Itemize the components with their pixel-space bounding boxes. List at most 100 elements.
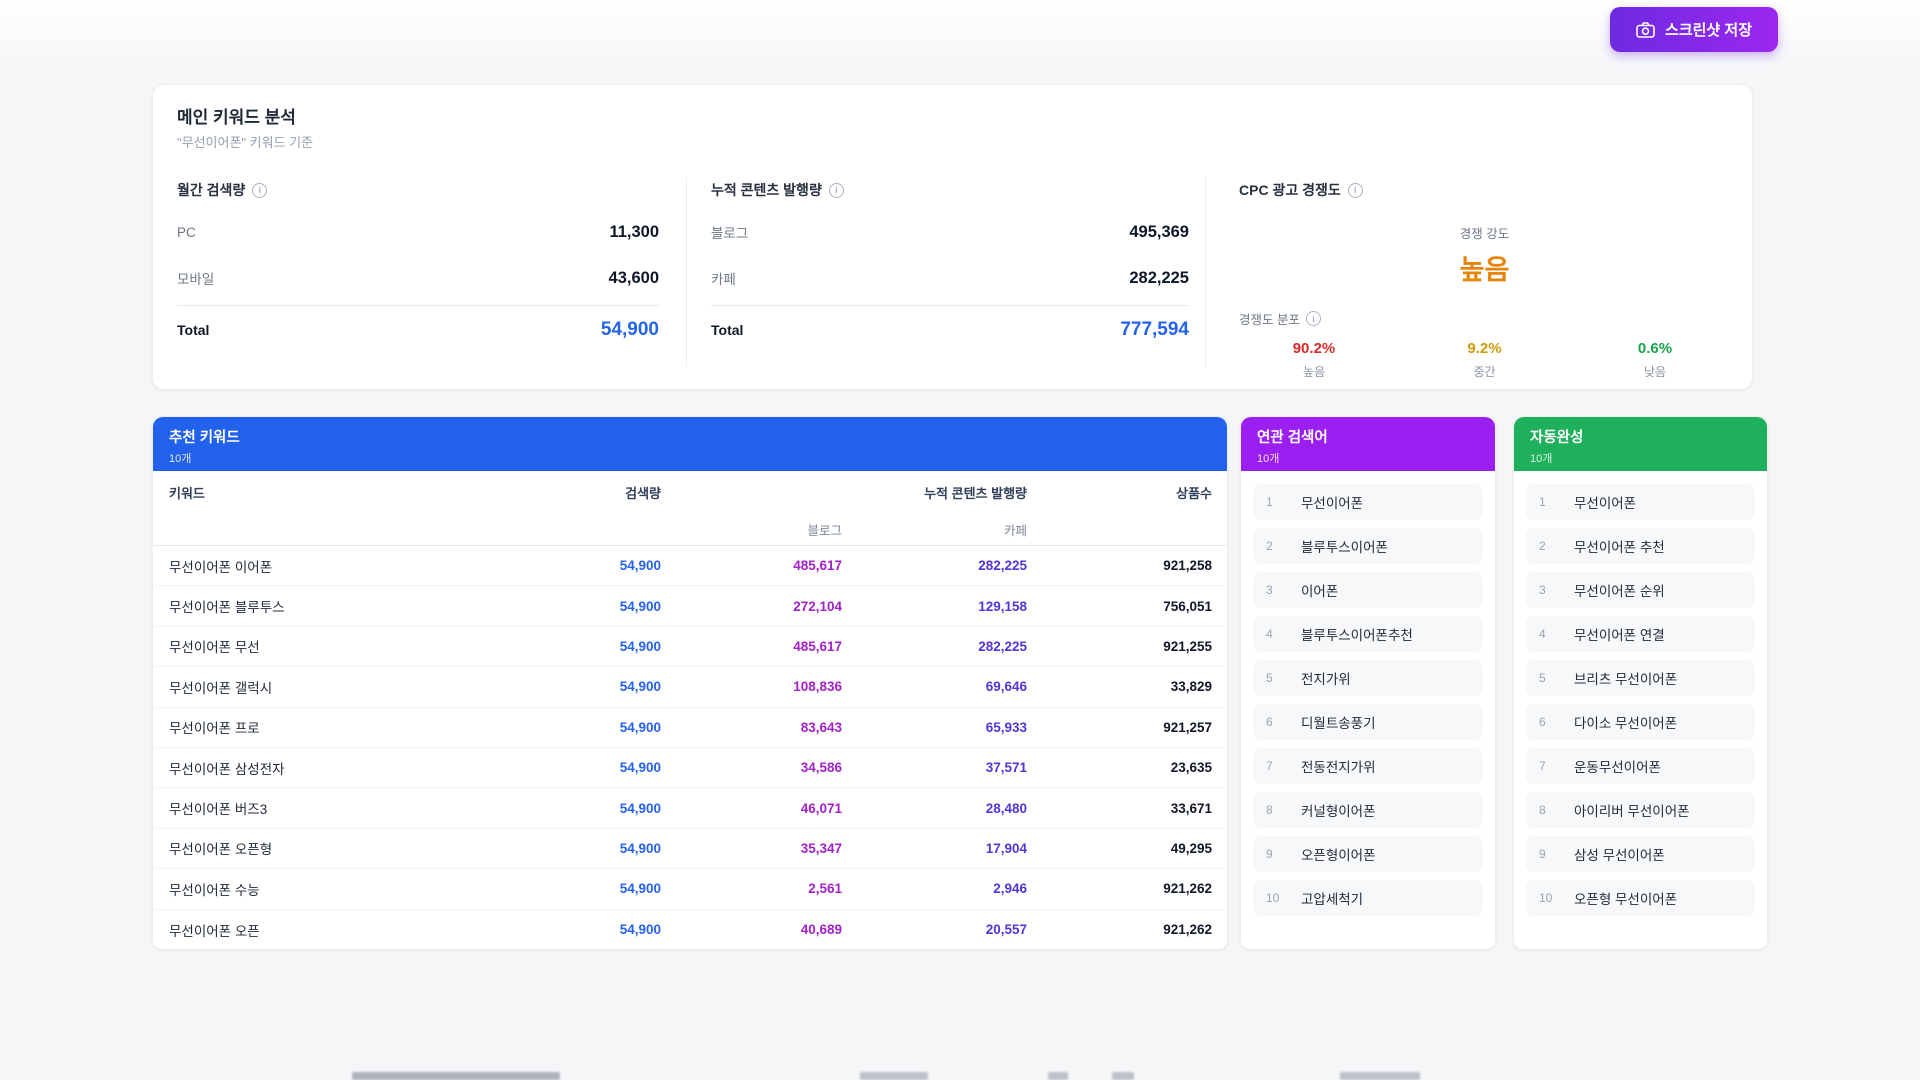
dist-stat-label: 낮음: [1590, 363, 1720, 380]
stat-row: PC 11,300: [177, 215, 659, 249]
autocomplete-list: 1 무선이어폰 2 무선이어폰 추천 3 무선이어폰 순위 4 무선이어폰 연결…: [1514, 471, 1767, 929]
cafe-count-cell: 17,904: [842, 841, 1027, 856]
dist-stat-low: 0.6% 낮음: [1590, 340, 1720, 380]
blog-count-cell: 34,586: [661, 760, 842, 775]
keyword-label: 무선이어폰: [1301, 492, 1363, 512]
info-icon[interactable]: [1348, 183, 1363, 198]
stat-label: PC: [177, 225, 196, 240]
cutoff-text: [352, 1072, 560, 1080]
recommended-keywords-header: 추천 키워드 10개: [153, 417, 1227, 471]
divider: [711, 305, 1189, 306]
list-item[interactable]: 5 브리츠 무선이어폰: [1526, 660, 1755, 696]
related-searches-header: 연관 검색어 10개: [1241, 417, 1495, 471]
keyword-label: 블루투스이어폰: [1301, 536, 1388, 556]
col-header-content-volume: 누적 콘텐츠 발행량: [661, 483, 1027, 502]
product-count-cell: 921,258: [1027, 558, 1212, 573]
rank-number: 7: [1266, 759, 1286, 773]
autocomplete-card: 자동완성 10개 1 무선이어폰 2 무선이어폰 추천 3 무선이어폰 순위 4…: [1513, 416, 1768, 950]
dist-pct: 9.2%: [1420, 340, 1550, 357]
keyword-label: 무선이어폰 추천: [1574, 536, 1665, 556]
list-item[interactable]: 9 삼성 무선이어폰: [1526, 836, 1755, 872]
competition-distribution: 90.2% 높음 9.2% 중간 0.6% 낮음: [1239, 340, 1730, 380]
autocomplete-header: 자동완성 10개: [1514, 417, 1767, 471]
rank-number: 3: [1266, 583, 1286, 597]
list-item[interactable]: 3 이어폰: [1253, 572, 1483, 608]
stat-value: 282,225: [1129, 269, 1189, 288]
search-volume-cell: 54,900: [546, 922, 661, 937]
list-item[interactable]: 5 전지가위: [1253, 660, 1483, 696]
keyword-label: 브리츠 무선이어폰: [1574, 668, 1677, 688]
cafe-count-cell: 65,933: [842, 720, 1027, 735]
cpc-competition-section: CPC 광고 경쟁도 경쟁 강도 높음 경쟁도 분포 90.2% 높음 9.2%…: [1239, 181, 1730, 380]
stat-label: 카페: [711, 268, 736, 288]
list-item[interactable]: 10 오픈형 무선이어폰: [1526, 880, 1755, 916]
list-item[interactable]: 2 무선이어폰 추천: [1526, 528, 1755, 564]
rank-number: 10: [1266, 891, 1286, 905]
keyword-label: 무선이어폰: [1574, 492, 1636, 512]
search-volume-cell: 54,900: [546, 679, 661, 694]
section-title: 월간 검색량: [177, 180, 245, 200]
info-icon[interactable]: [829, 183, 844, 198]
product-count-cell: 921,262: [1027, 922, 1212, 937]
search-volume-cell: 54,900: [546, 760, 661, 775]
blog-count-cell: 40,689: [661, 922, 842, 937]
keyword-label: 이어폰: [1301, 580, 1338, 600]
keyword-cell: 무선이어폰 삼성전자: [169, 758, 546, 778]
list-item[interactable]: 8 커널형이어폰: [1253, 792, 1483, 828]
dist-stat-label: 중간: [1420, 363, 1550, 380]
total-label: Total: [177, 322, 209, 338]
rank-number: 4: [1539, 627, 1559, 641]
dist-stat-mid: 9.2% 중간: [1420, 340, 1550, 380]
screenshot-save-button[interactable]: 스크린샷 저장: [1610, 7, 1778, 52]
total-row: Total 54,900: [177, 312, 659, 348]
rank-number: 9: [1266, 847, 1286, 861]
list-item[interactable]: 6 디월트송풍기: [1253, 704, 1483, 740]
keyword-label: 오픈형이어폰: [1301, 844, 1376, 864]
search-volume-cell: 54,900: [546, 841, 661, 856]
search-volume-cell: 54,900: [546, 639, 661, 654]
blog-count-cell: 2,561: [661, 881, 842, 896]
keyword-label: 무선이어폰 순위: [1574, 580, 1665, 600]
info-icon[interactable]: [1306, 311, 1321, 326]
info-icon[interactable]: [252, 183, 267, 198]
rank-number: 6: [1539, 715, 1559, 729]
list-item[interactable]: 9 오픈형이어폰: [1253, 836, 1483, 872]
table-header: 키워드 검색량 누적 콘텐츠 발행량 상품수 블로그 카페: [153, 471, 1227, 546]
list-item[interactable]: 1 무선이어폰: [1526, 484, 1755, 520]
rank-number: 8: [1539, 803, 1559, 817]
list-item[interactable]: 7 전동전지가위: [1253, 748, 1483, 784]
list-item[interactable]: 7 운동무선이어폰: [1526, 748, 1755, 784]
search-volume-cell: 54,900: [546, 558, 661, 573]
keyword-cell: 무선이어폰 무선: [169, 636, 546, 656]
list-item[interactable]: 4 블루투스이어폰추천: [1253, 616, 1483, 652]
cafe-count-cell: 282,225: [842, 558, 1027, 573]
keyword-cell: 무선이어폰 오픈: [169, 920, 546, 940]
rank-number: 2: [1539, 539, 1559, 553]
keyword-label: 아이리버 무선이어폰: [1574, 800, 1690, 820]
keyword-label: 운동무선이어폰: [1574, 756, 1661, 776]
blog-count-cell: 46,071: [661, 801, 842, 816]
list-item[interactable]: 1 무선이어폰: [1253, 484, 1483, 520]
list-item[interactable]: 10 고압세척기: [1253, 880, 1483, 916]
list-item[interactable]: 8 아이리버 무선이어폰: [1526, 792, 1755, 828]
list-item[interactable]: 4 무선이어폰 연결: [1526, 616, 1755, 652]
rank-number: 2: [1266, 539, 1286, 553]
cafe-count-cell: 2,946: [842, 881, 1027, 896]
blog-count-cell: 83,643: [661, 720, 842, 735]
page-title: 메인 키워드 분석: [177, 103, 296, 128]
cafe-count-cell: 129,158: [842, 599, 1027, 614]
list-item[interactable]: 3 무선이어폰 순위: [1526, 572, 1755, 608]
distribution-label: 경쟁도 분포: [1239, 309, 1300, 328]
list-item[interactable]: 2 블루투스이어폰: [1253, 528, 1483, 564]
stat-row: 블로그 495,369: [711, 215, 1189, 249]
section-title: 누적 콘텐츠 발행량: [711, 180, 822, 200]
cafe-count-cell: 282,225: [842, 639, 1027, 654]
dist-pct: 0.6%: [1590, 340, 1720, 357]
col-subheader-cafe: 카페: [842, 520, 1027, 539]
list-item[interactable]: 6 다이소 무선이어폰: [1526, 704, 1755, 740]
stat-value: 495,369: [1129, 223, 1189, 242]
blog-count-cell: 272,104: [661, 599, 842, 614]
keyword-label: 오픈형 무선이어폰: [1574, 888, 1677, 908]
keyword-label: 전지가위: [1301, 668, 1351, 688]
search-volume-cell: 54,900: [546, 599, 661, 614]
